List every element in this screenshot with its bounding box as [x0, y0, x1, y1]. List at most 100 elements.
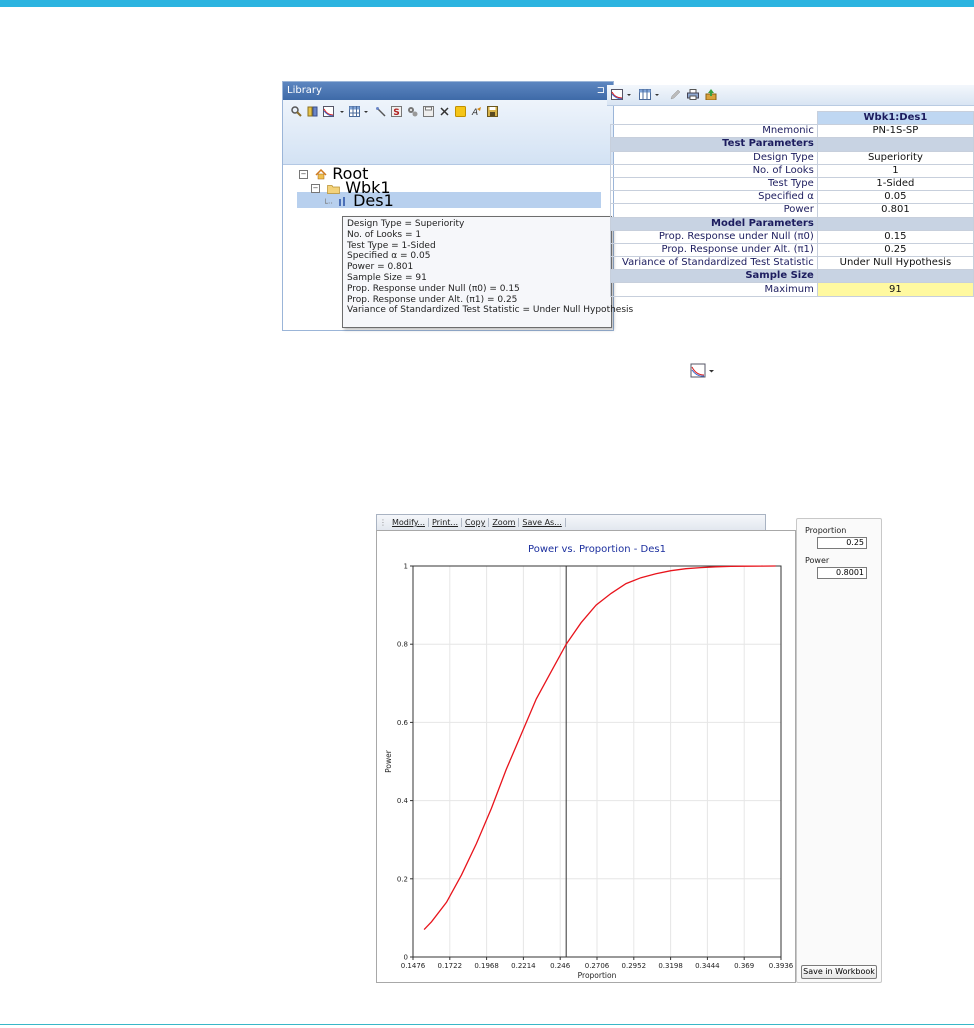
chevron-down-icon[interactable] [363, 106, 369, 117]
row-label: Variance of Standardized Test Statistic [610, 256, 818, 271]
x-tick-label: 0.2214 [511, 962, 536, 970]
power-field[interactable]: 0.8001 [817, 567, 867, 579]
power-chart: 0.1476 0.1722 0.1968 0.2214 0.246 0.2706 0.295… [384, 544, 794, 980]
chart-icon[interactable] [611, 89, 623, 100]
row-value: 0.05 [816, 190, 974, 205]
design-parameters-table: Wbk1:Des1 Mnemonic PN-1S-SP Test Paramet… [610, 110, 974, 297]
table-row: Power 0.801 [610, 203, 974, 218]
row-value: 91 [816, 282, 974, 297]
modify-button[interactable]: Modify... [389, 518, 429, 527]
chevron-down-icon[interactable] [626, 89, 632, 100]
row-label: Maximum [610, 282, 818, 297]
row-value: Superiority [816, 150, 974, 165]
chart-icon[interactable] [323, 106, 334, 117]
simulation-icon[interactable]: S [391, 106, 402, 117]
library-toolbar: S A [283, 100, 613, 165]
x-axis-label: Proportion [578, 971, 617, 980]
zoom-button[interactable]: Zoom [489, 518, 520, 527]
design-tooltip: Design Type = Superiority No. of Looks =… [342, 216, 634, 328]
chevron-down-icon[interactable] [339, 106, 345, 117]
y-tick-label: 0.2 [397, 875, 408, 883]
row-value: 0.801 [816, 203, 974, 218]
table-row: Mnemonic PN-1S-SP [610, 124, 974, 139]
tooltip-line: Power = 0.801 [347, 262, 414, 273]
x-tick-label: 0.3444 [695, 962, 720, 970]
library-title: Library [287, 85, 322, 96]
row-value: PN-1S-SP [816, 124, 974, 139]
x-tick-label: 0.1968 [474, 962, 499, 970]
row-value: 0.15 [816, 229, 974, 244]
note-icon[interactable] [455, 106, 466, 117]
x-tick-label: 0.2952 [622, 962, 647, 970]
export-icon[interactable] [705, 89, 717, 100]
proportion-field[interactable]: 0.25 [817, 537, 867, 549]
chevron-down-icon[interactable] [654, 89, 660, 100]
row-label: Design Type [610, 150, 818, 165]
chart-side-panel: Proportion 0.25 Power 0.8001 Save in Wor… [796, 518, 882, 983]
svg-text:S: S [393, 108, 399, 117]
format-icon[interactable]: A [471, 106, 482, 117]
tooltip-line: Test Type = 1-Sided [347, 240, 436, 251]
table-row: No. of Looks 1 [610, 163, 974, 178]
search-icon[interactable] [291, 106, 302, 117]
section-title: Sample Size [610, 269, 818, 284]
columns-icon[interactable] [307, 106, 318, 117]
table-row: Variance of Standardized Test Statistic … [610, 256, 974, 271]
power-label: Power [805, 556, 830, 565]
wand-icon[interactable] [375, 106, 386, 117]
row-value: 1-Sided [816, 176, 974, 192]
x-tick-label: 0.1476 [401, 962, 426, 970]
tooltip-line: Prop. Response under Alt. (π1) = 0.25 [347, 294, 518, 305]
row-label: Prop. Response under Alt. (π1) [610, 242, 818, 258]
tooltip-line: Prop. Response under Null (π0) = 0.15 [347, 283, 520, 294]
collapse-icon[interactable]: − [299, 170, 308, 179]
print-icon[interactable] [687, 89, 699, 100]
chart-title: Power vs. Proportion - Des1 [528, 544, 666, 555]
table-icon[interactable] [639, 89, 651, 100]
save-as-button[interactable]: Save As... [519, 518, 566, 527]
table-row: Specified α 0.05 [610, 190, 974, 205]
proportion-label: Proportion [805, 526, 847, 535]
settings-icon[interactable] [407, 106, 418, 117]
tree-label-design: Des1 [353, 191, 394, 210]
save-workbook-icon[interactable] [487, 106, 498, 117]
x-tick-label: 0.1722 [438, 962, 463, 970]
section-header: Sample Size [610, 269, 974, 284]
edit-icon[interactable] [669, 89, 681, 100]
y-tick-label: 1 [404, 563, 408, 571]
table-row: Wbk1:Des1 [610, 110, 974, 126]
output-toolbar [607, 85, 974, 106]
row-label: Test Type [610, 176, 818, 192]
y-tick-label: 0.6 [397, 719, 409, 727]
bottom-accent-line [0, 1024, 974, 1025]
tooltip-line: Variance of Standardized Test Statistic … [347, 305, 634, 316]
save-in-workbook-button[interactable]: Save in Workbook [801, 965, 877, 979]
row-label: No. of Looks [610, 163, 818, 178]
column-header[interactable]: Wbk1:Des1 [816, 110, 974, 126]
section-title: Test Parameters [610, 137, 818, 152]
top-accent-bar [0, 0, 974, 7]
save-icon[interactable] [423, 106, 434, 117]
row-label: Power [610, 203, 818, 218]
table-row: Maximum 91 [610, 282, 974, 297]
table-icon[interactable] [349, 106, 360, 117]
chart-window: ⋮ Modify... Print... Copy Zoom Save As... 0.1… [376, 514, 882, 983]
design-icon [339, 196, 345, 206]
collapse-icon[interactable]: − [311, 184, 320, 193]
y-axis-label: Power [384, 749, 393, 773]
x-tick-label: 0.246 [550, 962, 571, 970]
section-header: Model Parameters [610, 216, 974, 231]
pin-icon[interactable]: ⊐ [597, 82, 605, 100]
x-tick-label: 0.369 [734, 962, 754, 970]
library-title-bar: Library ⊐ [283, 82, 613, 100]
table-row: Prop. Response under Alt. (π1) 0.25 [610, 242, 974, 258]
delete-icon[interactable] [439, 106, 450, 117]
tooltip-line: Design Type = Superiority [347, 219, 465, 229]
y-tick-label: 0 [404, 954, 408, 962]
tooltip-line: Specified α = 0.05 [347, 251, 431, 262]
copy-button[interactable]: Copy [462, 518, 490, 527]
table-row: Design Type Superiority [610, 150, 974, 165]
tree-item-design[interactable]: └·· Des1 [323, 191, 394, 210]
print-button[interactable]: Print... [429, 518, 463, 527]
row-value: 1 [816, 163, 974, 178]
